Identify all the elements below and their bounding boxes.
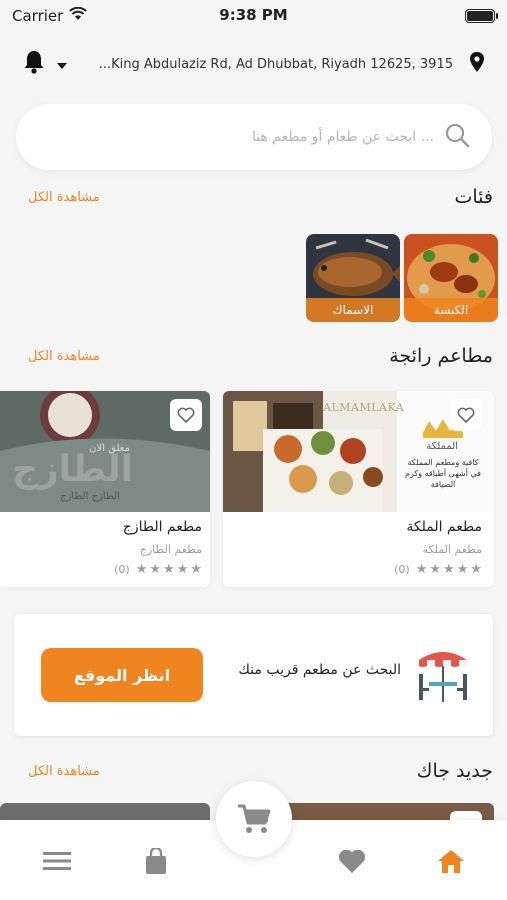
category-label: الاسماك: [306, 298, 400, 322]
star-icon: ★: [149, 562, 162, 577]
restaurant-logo-text: ALMAMLAKA: [323, 401, 405, 414]
restaurant-rating: (0) ★ ★ ★ ★ ★: [394, 562, 482, 577]
search-icon: [444, 122, 470, 152]
home-icon[interactable]: [436, 846, 466, 876]
star-icon: ★: [176, 562, 189, 577]
star-icon: ★: [456, 562, 469, 577]
address-text[interactable]: ...King Abdulaziz Rd, Ad Dhubbat, Riyadh…: [68, 57, 469, 72]
status-bar: Carrier: [0, 0, 507, 32]
star-icon: ★: [429, 562, 442, 577]
view-location-button[interactable]: انظر الموقع: [41, 648, 203, 702]
restaurant-stall-icon: [419, 652, 467, 702]
restaurant-name: مطعم الطازج: [122, 519, 202, 535]
restaurant-card[interactable]: ALMAMLAKA المملكة كافية ومطعم المملكة في…: [223, 391, 494, 587]
menu-icon[interactable]: [42, 846, 72, 876]
new-title: جديد جاك: [416, 760, 493, 782]
favorite-button[interactable]: [170, 399, 202, 431]
cart-icon: [238, 804, 271, 833]
restaurant-rating: (0) ★ ★ ★ ★ ★: [114, 562, 202, 577]
featured-title: مطاعم رائجة: [389, 345, 493, 367]
star-icon: ★: [415, 562, 428, 577]
featured-header: مشاهدة الكل مطاعم رائجة: [0, 345, 507, 367]
nearby-banner: انظر الموقع البحث عن مطعم قريب منك: [14, 614, 493, 736]
bag-icon[interactable]: [141, 846, 171, 876]
favorite-button[interactable]: [450, 399, 482, 431]
rating-count: (0): [114, 563, 130, 576]
heart-outline-icon: [177, 407, 195, 423]
restaurant-card[interactable]: مغلق الان الطازج الطازج الطازج مطعم الطا…: [0, 391, 210, 587]
restaurant-subtitle: مطعم الطازج: [139, 543, 202, 556]
category-kabsa[interactable]: الكبسة: [404, 234, 498, 322]
cart-button[interactable]: [216, 781, 292, 857]
categories-header: مشاهدة الكل فئات: [0, 186, 507, 208]
new-header: مشاهدة الكل جديد جاك: [0, 760, 507, 782]
restaurant-tagline: كافية ومطعم المملكة في أشهى أطباقه وكرم …: [405, 458, 481, 489]
restaurant-subtitle: مطعم الملكة: [422, 543, 482, 556]
categories-see-all[interactable]: مشاهدة الكل: [28, 190, 100, 205]
nearby-text: البحث عن مطعم قريب منك: [238, 662, 401, 678]
heart-icon[interactable]: [337, 846, 367, 876]
battery-icon: [465, 9, 498, 23]
star-icon: ★: [470, 562, 482, 577]
star-icon: ★: [135, 562, 148, 577]
category-fish[interactable]: الاسماك: [306, 234, 400, 322]
restaurant-name: مطعم الملكة: [406, 519, 482, 535]
address-bar: ...King Abdulaziz Rd, Ad Dhubbat, Riyadh…: [0, 44, 507, 84]
bell-icon[interactable]: [22, 49, 46, 79]
star-icon: ★: [443, 562, 455, 577]
new-see-all[interactable]: مشاهدة الكل: [28, 764, 100, 779]
status-left: Carrier: [12, 6, 88, 25]
restaurant-tagline: الطازج الطازج: [60, 491, 120, 502]
carrier-label: Carrier: [12, 7, 64, 25]
rating-count: (0): [394, 563, 410, 576]
location-pin-icon[interactable]: [469, 51, 485, 77]
categories-title: فئات: [454, 186, 494, 208]
featured-see-all[interactable]: مشاهدة الكل: [28, 349, 100, 364]
search-input[interactable]: ابحث عن طعام أو مطعم هنا ...: [16, 104, 492, 170]
heart-outline-icon: [457, 407, 475, 423]
restaurant-logo-ar: الطازج: [12, 449, 134, 490]
restaurant-logo-ar: المملكة: [426, 441, 458, 452]
chevron-down-icon[interactable]: [56, 55, 68, 74]
search-placeholder: ابحث عن طعام أو مطعم هنا ...: [251, 129, 434, 145]
category-label: الكبسة: [404, 298, 498, 322]
wifi-icon: [69, 6, 88, 25]
star-icon: ★: [190, 562, 202, 577]
star-icon: ★: [163, 562, 175, 577]
